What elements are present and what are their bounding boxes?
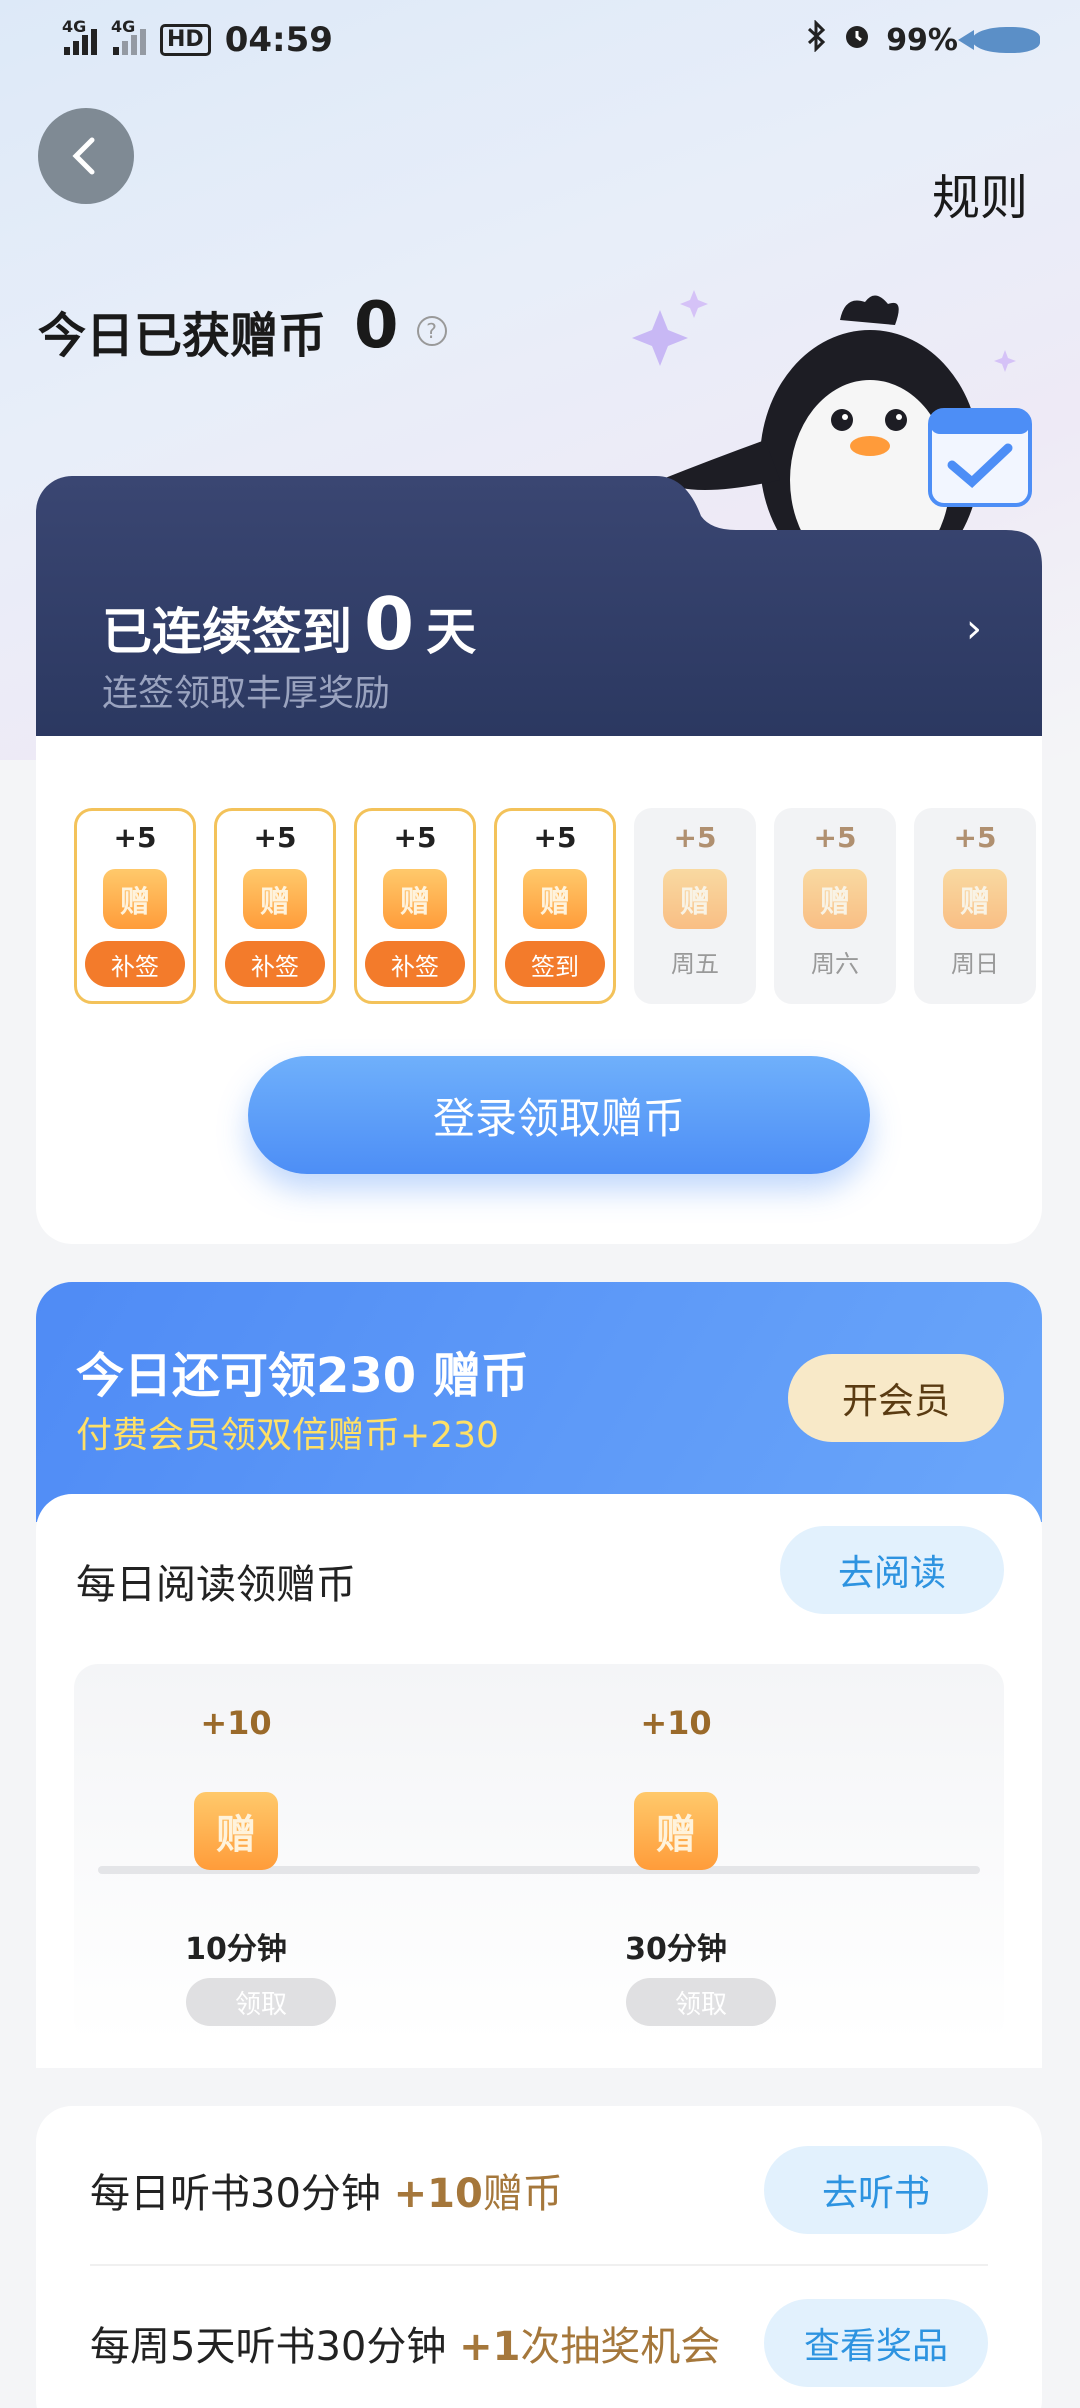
- streak-prefix: 已连续签到: [102, 603, 352, 661]
- reading-task-title: 每日阅读领赠币: [76, 1562, 356, 1608]
- milestone-points: +10: [200, 1704, 272, 1742]
- task-bonus-unit: 赠币: [482, 2171, 563, 2217]
- makeup-sign-button[interactable]: 补签: [365, 941, 465, 987]
- sign-day-5: +5 赠 周五: [634, 808, 756, 1004]
- coin-icon: 赠: [803, 869, 867, 929]
- chevron-left-icon: [72, 137, 95, 175]
- rules-link[interactable]: 规则: [932, 158, 1028, 228]
- member-banner: 今日还可领230 赠币 付费会员领双倍赠币+230 开会员: [36, 1282, 1042, 1522]
- listen-tasks-card: 每日听书30分钟 +10赠币 去听书 每周5天听书30分钟 +1次抽奖机会 查看…: [36, 2106, 1042, 2408]
- day-points: +5: [533, 821, 577, 854]
- sign-day-3[interactable]: +5 赠 补签: [354, 808, 476, 1004]
- task-text: 每周5天听书30分钟 +1次抽奖机会: [90, 2314, 720, 2372]
- day-points: +5: [813, 821, 857, 854]
- day-label: 周日: [951, 950, 999, 978]
- go-read-button[interactable]: 去阅读: [780, 1526, 1004, 1614]
- help-icon[interactable]: ?: [416, 316, 447, 346]
- day-points: +5: [113, 821, 157, 854]
- streak-days: 0: [364, 582, 415, 666]
- alarm-icon: [842, 21, 872, 59]
- sign-day-1[interactable]: +5 赠 补签: [74, 808, 196, 1004]
- back-button[interactable]: [38, 108, 134, 204]
- day-label: 周五: [671, 950, 719, 978]
- reading-task: 每日阅读领赠币 去阅读 +10 赠 10分钟 领取 +10 赠 30分钟 领取: [36, 1494, 1042, 2068]
- milestone-30min: +10 赠 30分钟 领取: [576, 1704, 776, 2026]
- task-bonus-unit: 次抽奖机会: [520, 2324, 721, 2370]
- status-time: 04:59: [224, 20, 333, 60]
- open-vip-button[interactable]: 开会员: [788, 1354, 1004, 1442]
- member-subtitle: 付费会员领双倍赠币+230: [76, 1415, 499, 1456]
- sign-day-6: +5 赠 周六: [774, 808, 896, 1004]
- coin-icon: 赠: [103, 869, 167, 929]
- task-text: 每日听书30分钟 +10赠币: [90, 2161, 563, 2219]
- milestone-time: 10分钟: [185, 1932, 287, 1967]
- claim-button[interactable]: 领取: [626, 1978, 776, 2026]
- today-coins-value: 0: [354, 289, 399, 363]
- sign-streak-title: 已连续签到 0 天: [102, 582, 476, 666]
- milestone-points: +10: [640, 1704, 712, 1742]
- view-prizes-button[interactable]: 查看奖品: [764, 2299, 988, 2387]
- milestone-10min: +10 赠 10分钟 领取: [136, 1704, 336, 2026]
- coin-icon: 赠: [383, 869, 447, 929]
- member-title: 今日还可领230 赠币: [76, 1348, 529, 1404]
- login-claim-button[interactable]: 登录领取赠币: [248, 1056, 870, 1174]
- sign-day-2[interactable]: +5 赠 补签: [214, 808, 336, 1004]
- bluetooth-icon: [806, 19, 828, 60]
- coin-icon: 赠: [194, 1792, 278, 1870]
- day-points: +5: [673, 821, 717, 854]
- streak-suffix: 天: [426, 603, 477, 661]
- signal-icon-2: 4G: [111, 17, 146, 55]
- milestone-time: 30分钟: [625, 1932, 727, 1967]
- member-card: 今日还可领230 赠币 付费会员领双倍赠币+230 开会员 每日阅读领赠币 去阅…: [36, 1282, 1042, 2068]
- sign-subtitle: 连签领取丰厚奖励: [102, 673, 391, 714]
- fish-icon: [958, 27, 1040, 53]
- listen-daily-task: 每日听书30分钟 +10赠币 去听书: [90, 2116, 988, 2266]
- task-description: 每日听书30分钟: [90, 2171, 394, 2217]
- task-bonus-number: +10: [393, 2171, 483, 2217]
- sign-day-4[interactable]: +5 赠 签到: [494, 808, 616, 1004]
- coin-icon: 赠: [523, 869, 587, 929]
- makeup-sign-button[interactable]: 补签: [225, 941, 325, 987]
- coin-icon: 赠: [943, 869, 1007, 929]
- coin-icon: 赠: [634, 1792, 718, 1870]
- claim-button[interactable]: 领取: [186, 1978, 336, 2026]
- sign-in-button[interactable]: 签到: [505, 941, 605, 987]
- reading-progress: +10 赠 10分钟 领取 +10 赠 30分钟 领取: [74, 1664, 1004, 2044]
- today-coins: 今日已获赠币 0 ?: [38, 289, 447, 366]
- listen-weekly-task: 每周5天听书30分钟 +1次抽奖机会 查看奖品: [90, 2268, 988, 2408]
- makeup-sign-button[interactable]: 补签: [85, 941, 185, 987]
- coin-icon: 赠: [243, 869, 307, 929]
- sign-day-7: +5 赠 周日: [914, 808, 1036, 1004]
- day-points: +5: [953, 821, 997, 854]
- task-bonus-number: +1: [459, 2324, 521, 2370]
- status-bar: 4G 4G HD 04:59 99%: [0, 0, 1080, 80]
- sign-in-card: 已连续签到 0 天 连签领取丰厚奖励 › +5 赠 补签 +5 赠 补签 +5 …: [36, 476, 1042, 1244]
- today-coins-label: 今日已获赠币: [38, 308, 327, 364]
- task-description: 每周5天听书30分钟: [90, 2324, 460, 2370]
- battery-level: 99%: [886, 22, 958, 58]
- go-listen-button[interactable]: 去听书: [764, 2146, 988, 2234]
- hd-icon: HD: [160, 24, 211, 56]
- day-points: +5: [393, 821, 437, 854]
- sign-days: +5 赠 补签 +5 赠 补签 +5 赠 补签 +5 赠 签到 +5 赠 周五 …: [74, 808, 1036, 1004]
- day-points: +5: [253, 821, 297, 854]
- chevron-right-icon[interactable]: ›: [966, 606, 982, 652]
- day-label: 周六: [811, 950, 859, 978]
- signal-icon: 4G: [62, 17, 97, 55]
- coin-icon: 赠: [663, 869, 727, 929]
